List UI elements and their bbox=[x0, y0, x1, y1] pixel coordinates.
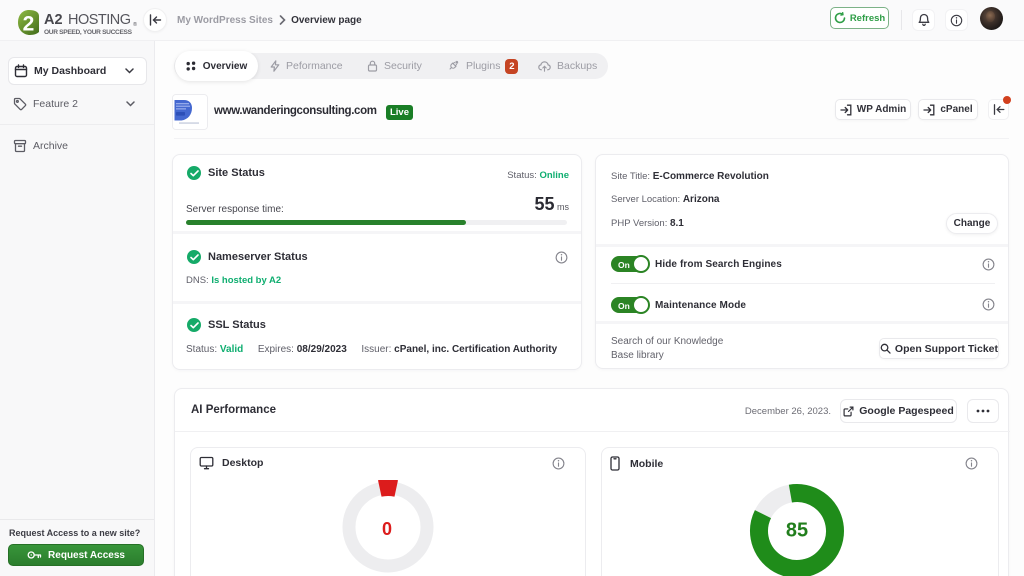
svg-text:2: 2 bbox=[23, 13, 35, 36]
svg-text:A2: A2 bbox=[44, 12, 63, 28]
svg-text:85: 85 bbox=[786, 520, 808, 542]
svg-text:OUR SPEED, YOUR SUCCESS: OUR SPEED, YOUR SUCCESS bbox=[44, 29, 133, 36]
svg-text:0: 0 bbox=[382, 519, 392, 539]
svg-text:HOSTING: HOSTING bbox=[68, 12, 131, 28]
svg-text:®: ® bbox=[133, 21, 137, 28]
